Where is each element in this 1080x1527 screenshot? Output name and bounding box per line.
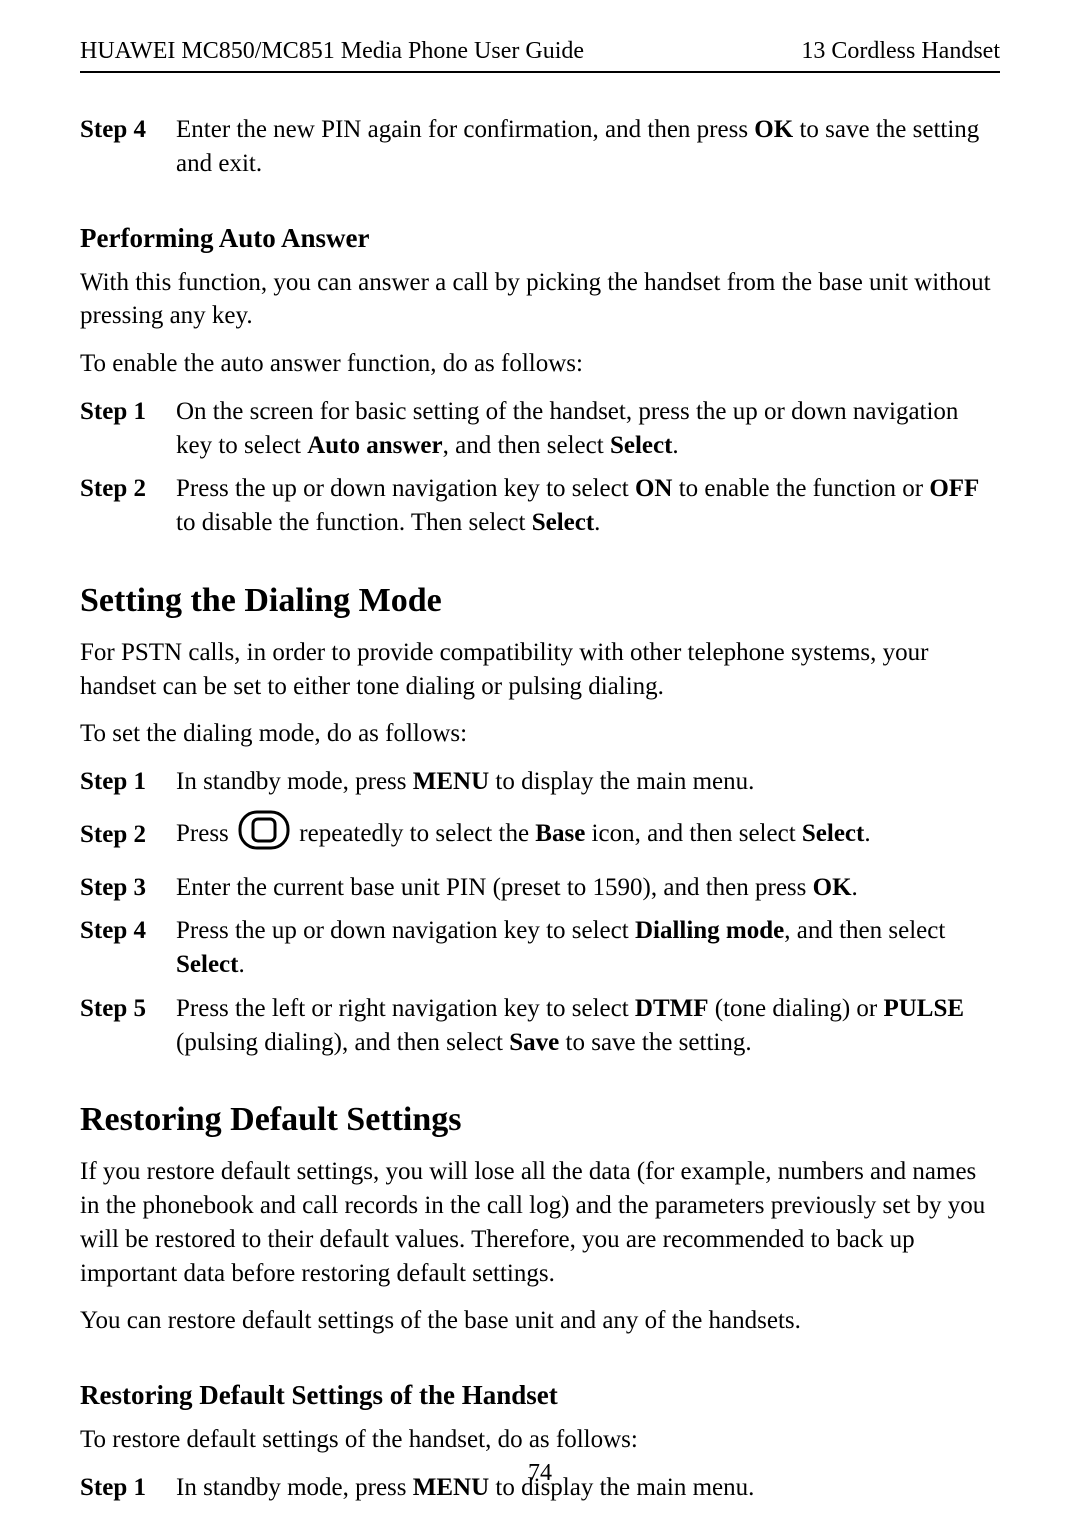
page-number: 74 [0,1460,1080,1487]
bold: Select [610,432,672,459]
text: . [864,820,870,847]
step-row: Step 3 Enter the current base unit PIN (… [80,871,1000,905]
step-row: Step 2 Press the up or down navigation k… [80,472,1000,540]
step-body: Press the up or down navigation key to s… [176,914,1000,982]
bold: MENU [413,768,489,795]
step-label: Step 4 [80,914,176,982]
step-label: Step 2 [80,818,176,852]
text: . [852,874,858,901]
step-label: Step 4 [80,113,176,181]
paragraph: You can restore default settings of the … [80,1304,1000,1338]
bold: Select [532,509,594,536]
text: (pulsing dialing), and then select [176,1029,509,1056]
text: to enable the function or [672,475,929,502]
step-body: On the screen for basic setting of the h… [176,395,1000,463]
step-row: Step 4 Enter the new PIN again for confi… [80,113,1000,181]
paragraph: To restore default settings of the hands… [80,1423,1000,1457]
text: to save the setting. [559,1029,751,1056]
step-row: Step 5 Press the left or right navigatio… [80,992,1000,1060]
text: to display the main menu. [489,768,754,795]
step-body: Press the up or down navigation key to s… [176,472,1000,540]
text: repeatedly to select the [299,820,535,847]
bold: Auto answer [307,432,442,459]
text: In standby mode, press [176,768,413,795]
step-label: Step 1 [80,765,176,799]
step-label: Step 1 [80,395,176,463]
step-label: Step 5 [80,992,176,1060]
bold: PULSE [883,995,964,1022]
bold: ON [635,475,673,502]
step-label: Step 2 [80,472,176,540]
bold: Base [535,820,585,847]
document-page: HUAWEI MC850/MC851 Media Phone User Guid… [0,0,1080,1527]
text: , and then select [784,917,945,944]
paragraph: For PSTN calls, in order to provide comp… [80,636,1000,704]
text: Press [176,820,235,847]
step-body: Press the left or right navigation key t… [176,992,1000,1060]
text: Press the left or right navigation key t… [176,995,635,1022]
subheading-restore-handset: Restoring Default Settings of the Handse… [80,1380,1000,1411]
bold: OK [754,116,793,143]
text: Press the up or down navigation key to s… [176,917,635,944]
bold: DTMF [635,995,709,1022]
text: , and then select [443,432,610,459]
step-row: Step 1 On the screen for basic setting o… [80,395,1000,463]
subheading-auto-answer: Performing Auto Answer [80,223,1000,254]
step-row: Step 2 Press repeatedly to select the Ba… [80,809,1000,861]
step-row: Step 4 Press the up or down navigation k… [80,914,1000,982]
bold: Save [509,1029,559,1056]
bold: Dialling mode [635,917,784,944]
heading-restore-defaults: Restoring Default Settings [80,1101,1000,1139]
nav-key-icon [237,809,291,861]
step-body: Enter the new PIN again for confirmation… [176,113,1000,181]
header-right: 13 Cordless Handset [801,38,1000,65]
text: . [238,951,244,978]
text: Enter the new PIN again for confirmation… [176,116,754,143]
text: . [672,432,678,459]
heading-dialing-mode: Setting the Dialing Mode [80,582,1000,620]
text: (tone dialing) or [709,995,884,1022]
paragraph: To enable the auto answer function, do a… [80,347,1000,381]
bold: OFF [929,475,979,502]
running-header: HUAWEI MC850/MC851 Media Phone User Guid… [80,38,1000,73]
paragraph: If you restore default settings, you wil… [80,1155,1000,1290]
paragraph: With this function, you can answer a cal… [80,266,1000,334]
step-body: In standby mode, press MENU to display t… [176,765,1000,799]
step-label: Step 3 [80,871,176,905]
step-row: Step 1 In standby mode, press MENU to di… [80,765,1000,799]
text: Enter the current base unit PIN (preset … [176,874,813,901]
text: . [594,509,600,536]
header-left: HUAWEI MC850/MC851 Media Phone User Guid… [80,38,584,65]
step-body: Enter the current base unit PIN (preset … [176,871,1000,905]
text: Press the up or down navigation key to s… [176,475,635,502]
text: icon, and then select [585,820,802,847]
bold: Select [802,820,864,847]
step-body: Press repeatedly to select the Base icon… [176,809,1000,861]
bold: OK [813,874,852,901]
text: to disable the function. Then select [176,509,532,536]
paragraph: To set the dialing mode, do as follows: [80,717,1000,751]
bold: Select [176,951,238,978]
